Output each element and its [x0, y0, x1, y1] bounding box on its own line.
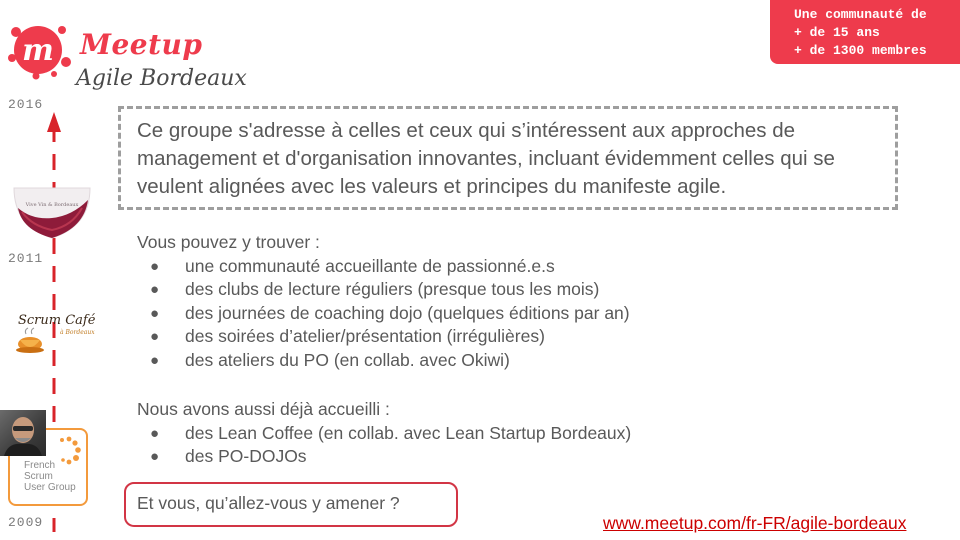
scrum-cafe-subtitle: à Bordeaux [60, 329, 95, 336]
community-badge: Une communauté de + de 15 ans + de 1300 … [770, 0, 960, 64]
fsug-text: French Scrum User Group [24, 460, 76, 493]
list-item-text: des soirées d’atelier/présentation (irré… [185, 326, 545, 346]
list-item: ● des clubs de lecture réguliers (presque… [137, 278, 777, 302]
bullet-icon: ● [150, 281, 160, 298]
hosted-section: Nous avons aussi déjà accueilli : ● des L… [137, 398, 777, 469]
badge-line: + de 1300 membres [794, 43, 927, 58]
group-description: Ce groupe s'adresse à celles et ceux qui… [137, 119, 835, 198]
find-title: Vous pouvez y trouver : [137, 232, 320, 252]
bullet-icon: ● [150, 328, 160, 345]
find-section: Vous pouvez y trouver : ● une communauté … [137, 231, 777, 372]
list-item: ● des PO-DOJOs [137, 445, 777, 469]
list-item-text: des Lean Coffee (en collab. avec Lean St… [185, 422, 632, 443]
wine-glass-image: Vive Vin & Bordeaux [13, 187, 91, 239]
year-2016: 2016 [8, 97, 44, 112]
badge-line: Une communauté de [794, 7, 927, 22]
list-item: ● une communauté accueillante de passionn… [137, 255, 777, 279]
list-item-text: des journées de coaching dojo (quelques … [185, 302, 630, 323]
badge-line: + de 15 ans [794, 25, 880, 40]
logo-letter: m [22, 33, 54, 68]
list-item: ● des Lean Coffee (en collab. avec Lean S… [137, 422, 777, 446]
avatar [0, 410, 46, 456]
person-photo-icon [4, 417, 42, 456]
list-item-text: des PO-DOJOs [185, 446, 307, 466]
bullet-icon: ● [150, 424, 160, 442]
year-2011: 2011 [8, 251, 44, 266]
hosted-list: ● des Lean Coffee (en collab. avec Lean S… [137, 422, 777, 469]
meetup-logo-icon: m [8, 26, 71, 80]
list-item-text: une communauté accueillante de passionné… [185, 255, 555, 276]
wine-caption: Vive Vin & Bordeaux [25, 202, 79, 208]
find-list: ● une communauté accueillante de passionn… [137, 255, 777, 373]
list-item-text: des clubs de lecture réguliers (presque … [185, 279, 600, 299]
bullet-icon: ● [150, 351, 160, 369]
scrum-cafe-title: Scrum Café [18, 313, 96, 328]
bullet-icon: ● [150, 304, 160, 322]
scrum-cafe-logo: Scrum Café à Bordeaux [16, 313, 96, 353]
bullet-icon: ● [150, 448, 160, 465]
list-item-text: des ateliers du PO (en collab. avec Okiw… [185, 349, 510, 370]
logo-wordmark: Meetup [80, 28, 203, 61]
hosted-title: Nous avons aussi déjà accueilli : [137, 399, 390, 419]
fsug-line: User Group [24, 482, 76, 493]
fsug-line: French [24, 460, 56, 471]
fsug-line: Scrum [24, 471, 53, 482]
list-item: ● des ateliers du PO (en collab. avec Oki… [137, 349, 777, 373]
bullet-icon: ● [150, 257, 160, 275]
logo-subtitle: Agile Bordeaux [76, 66, 247, 91]
year-2009: 2009 [8, 515, 44, 530]
cta-question: Et vous, qu’allez-vous y amener ? [137, 493, 400, 513]
meetup-link[interactable]: www.meetup.com/fr-FR/agile-bordeaux [603, 513, 906, 534]
list-item: ● des journées de coaching dojo (quelques… [137, 302, 777, 326]
list-item: ● des soirées d’atelier/présentation (irr… [137, 325, 777, 349]
